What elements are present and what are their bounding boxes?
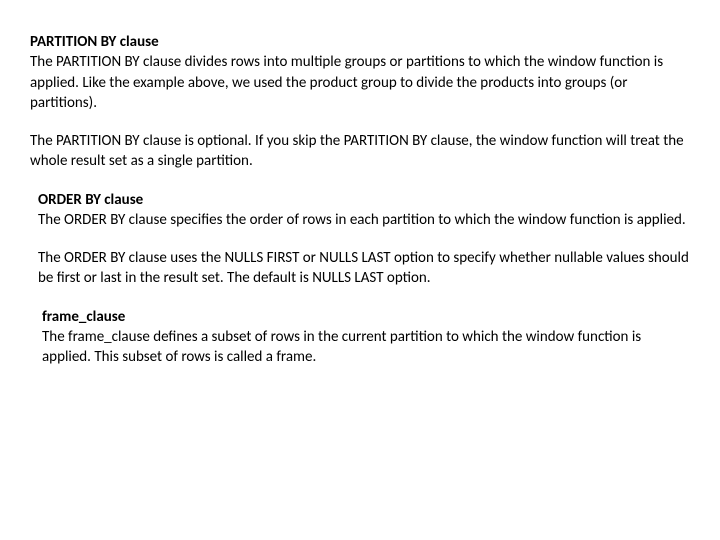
paragraph: The PARTITION BY clause divides rows int…: [30, 52, 690, 113]
section-partition-by: PARTITION BY clause The PARTITION BY cla…: [30, 32, 690, 172]
paragraph: The PARTITION BY clause is optional. If …: [30, 131, 690, 172]
heading-order-by: ORDER BY clause: [38, 190, 690, 210]
section-order-by: ORDER BY clause The ORDER BY clause spec…: [30, 190, 690, 289]
paragraph: The ORDER BY clause uses the NULLS FIRST…: [38, 248, 690, 289]
section-frame-clause: frame_clause The frame_clause defines a …: [30, 307, 690, 368]
heading-frame-clause: frame_clause: [42, 307, 690, 327]
paragraph: The ORDER BY clause specifies the order …: [38, 210, 690, 230]
paragraph: The frame_clause defines a subset of row…: [42, 327, 690, 368]
heading-partition-by: PARTITION BY clause: [30, 32, 690, 52]
